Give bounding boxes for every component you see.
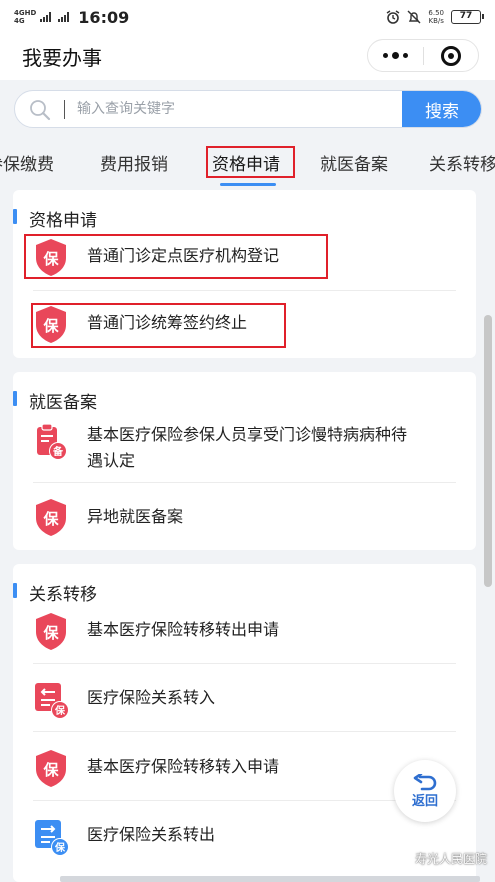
title-bar: 我要办事 (0, 34, 495, 80)
section-title: 就医备案 (29, 393, 97, 413)
list-item-transfer-in-apply[interactable]: 保 基本医疗保险转移转入申请 (33, 748, 456, 788)
mute-icon (407, 10, 421, 24)
transfer-in-icon: 保 (35, 683, 69, 719)
shield-glyph: 保 (42, 761, 59, 779)
section-marker (13, 583, 17, 598)
section-marker (13, 391, 17, 406)
search-icon (30, 100, 51, 121)
network-indicator: 4GHD 4G (14, 9, 36, 25)
more-button[interactable] (368, 52, 423, 59)
signal-icon (40, 12, 52, 22)
search-box: 搜索 (14, 90, 482, 128)
item-label: 基本医疗保险参保人员享受门诊慢特病病种待 遇认定 (87, 422, 407, 474)
back-label: 返回 (411, 793, 438, 809)
item-label: 基本医疗保险转移转入申请 (87, 757, 280, 776)
section-medical-filing: 就医备案 备 基本医疗保险参保人员享受门诊慢特病病种待 遇认定 保 异地就医备案 (13, 372, 476, 550)
more-dot-icon (383, 53, 388, 58)
search-button[interactable]: 搜索 (402, 91, 481, 127)
item-label-line1: 基本医疗保险参保人员享受门诊慢特病病种待 (87, 425, 408, 444)
clock: 16:09 (78, 7, 130, 27)
category-tabs: 参保缴费 费用报销 资格申请 就医备案 关系转移 (0, 138, 495, 188)
transfer-glyph: 保 (54, 704, 66, 717)
list-item-outpatient-registration[interactable]: 保 普通门诊定点医疗机构登记 (33, 237, 456, 277)
close-ring-icon (440, 45, 461, 66)
more-dot-icon (403, 53, 408, 58)
network-label-top: 4GHD (14, 9, 37, 17)
wechat-icon (389, 851, 409, 866)
back-button[interactable]: 返回 (394, 760, 456, 822)
item-label: 医疗保险关系转入 (87, 688, 216, 707)
shield-bao-icon: 保 (36, 239, 66, 276)
bottom-strip (60, 876, 480, 882)
clipboard-glyph: 备 (52, 445, 64, 458)
tab-reimbursement[interactable]: 费用报销 (100, 150, 168, 175)
search-input[interactable] (77, 91, 397, 127)
text-caret (64, 100, 65, 119)
list-item-remote-filing[interactable]: 保 异地就医备案 (33, 497, 456, 537)
item-label: 异地就医备案 (87, 507, 184, 526)
tab-medical-filing[interactable]: 就医备案 (320, 150, 388, 175)
section-title: 资格申请 (29, 211, 97, 231)
shield-glyph: 保 (42, 510, 59, 528)
battery-icon: 77 (451, 10, 484, 24)
signal-icon-2 (58, 12, 70, 22)
divider (33, 800, 456, 801)
list-item-outpatient-termination[interactable]: 保 普通门诊统筹签约终止 (33, 304, 456, 344)
item-label: 基本医疗保险转移转出申请 (87, 620, 280, 639)
active-tab-indicator (220, 183, 276, 186)
shield-glyph: 保 (42, 624, 59, 642)
divider (33, 290, 456, 291)
divider (33, 663, 456, 664)
close-button[interactable] (424, 45, 478, 66)
net-speed-unit: KB/s (428, 17, 444, 25)
mini-program-capsule (367, 39, 479, 72)
section-marker (13, 209, 17, 224)
section-relation-transfer: 关系转移 保 基本医疗保险转移转出申请 保 医疗保险关系转入 保 基本医疗保险转… (13, 564, 476, 882)
alarm-icon (387, 10, 400, 24)
page-title: 我要办事 (22, 46, 102, 70)
list-item-relation-in[interactable]: 保 医疗保险关系转入 (33, 679, 456, 719)
scrollbar-thumb[interactable] (484, 315, 492, 587)
shield-glyph: 保 (42, 250, 59, 268)
shield-bao-icon: 保 (36, 306, 66, 343)
list-item-transfer-out-apply[interactable]: 保 基本医疗保险转移转出申请 (33, 611, 456, 651)
transfer-out-icon: 保 (35, 820, 69, 856)
item-label: 医疗保险关系转出 (87, 825, 216, 844)
list-item-chronic-disease[interactable]: 备 基本医疗保险参保人员享受门诊慢特病病种待 遇认定 (33, 422, 456, 474)
shield-bao-icon: 保 (36, 750, 66, 787)
tab-insurance-payment[interactable]: 参保缴费 (0, 150, 54, 175)
clipboard-bei-icon: 备 (37, 423, 67, 460)
search-area: 搜索 (0, 80, 495, 138)
battery-percent: 77 (459, 11, 473, 21)
transfer-glyph: 保 (54, 841, 66, 854)
item-label-line2: 遇认定 (87, 451, 136, 470)
shield-bao-icon: 保 (36, 613, 66, 650)
divider (33, 482, 456, 483)
net-speed: 6.50 KB/s (428, 9, 444, 25)
divider (33, 731, 456, 732)
more-dot-icon (392, 52, 399, 59)
item-label: 普通门诊定点医疗机构登记 (87, 246, 280, 265)
tab-qualification[interactable]: 资格申请 (212, 150, 280, 175)
shield-bao-icon: 保 (36, 499, 66, 536)
net-speed-value: 6.50 (428, 9, 444, 17)
tab-relation-transfer[interactable]: 关系转移 (429, 150, 495, 175)
shield-glyph: 保 (42, 317, 59, 335)
status-bar: 4GHD 4G 16:09 6.50 KB/s 77 (0, 0, 495, 34)
watermark-text: 寿光人民医院 (414, 852, 487, 866)
network-label-bottom: 4G (14, 17, 25, 25)
section-qualification: 资格申请 保 普通门诊定点医疗机构登记 保 普通门诊统筹签约终止 (13, 190, 476, 358)
item-label: 普通门诊统筹签约终止 (87, 313, 248, 332)
watermark: 寿光人民医院 (389, 850, 487, 867)
section-title: 关系转移 (29, 585, 97, 605)
